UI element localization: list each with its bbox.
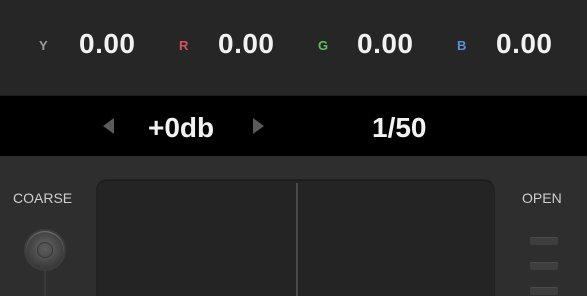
channel-y-value[interactable]: 0.00 — [79, 28, 136, 60]
gain-value[interactable]: +0db — [148, 112, 214, 144]
channel-r-label: R — [179, 38, 189, 53]
scale-notch — [530, 262, 558, 270]
knob-track — [44, 271, 46, 296]
knob-center — [37, 242, 53, 258]
coarse-label: COARSE — [13, 190, 73, 206]
channel-b-value[interactable]: 0.00 — [496, 28, 553, 60]
triangle-right-icon[interactable] — [253, 118, 264, 134]
scale-notch — [530, 287, 558, 295]
channel-y-label: Y — [39, 38, 48, 53]
open-label: OPEN — [522, 190, 562, 206]
triangle-left-icon[interactable] — [103, 118, 114, 134]
pad-center-line — [296, 183, 298, 296]
camera-control-panel: Y 0.00 R 0.00 G 0.00 B 0.00 +0db 1/50 CO… — [0, 0, 587, 296]
gain-shutter-strip — [0, 96, 587, 156]
scale-notch — [530, 237, 558, 245]
coarse-knob[interactable] — [26, 231, 64, 269]
channel-g-label: G — [318, 38, 329, 53]
channel-r-value[interactable]: 0.00 — [218, 28, 275, 60]
channel-b-label: B — [457, 38, 467, 53]
channel-g-value[interactable]: 0.00 — [357, 28, 414, 60]
color-readout-bar: Y 0.00 R 0.00 G 0.00 B 0.00 — [0, 0, 587, 96]
shutter-value[interactable]: 1/50 — [372, 112, 427, 144]
